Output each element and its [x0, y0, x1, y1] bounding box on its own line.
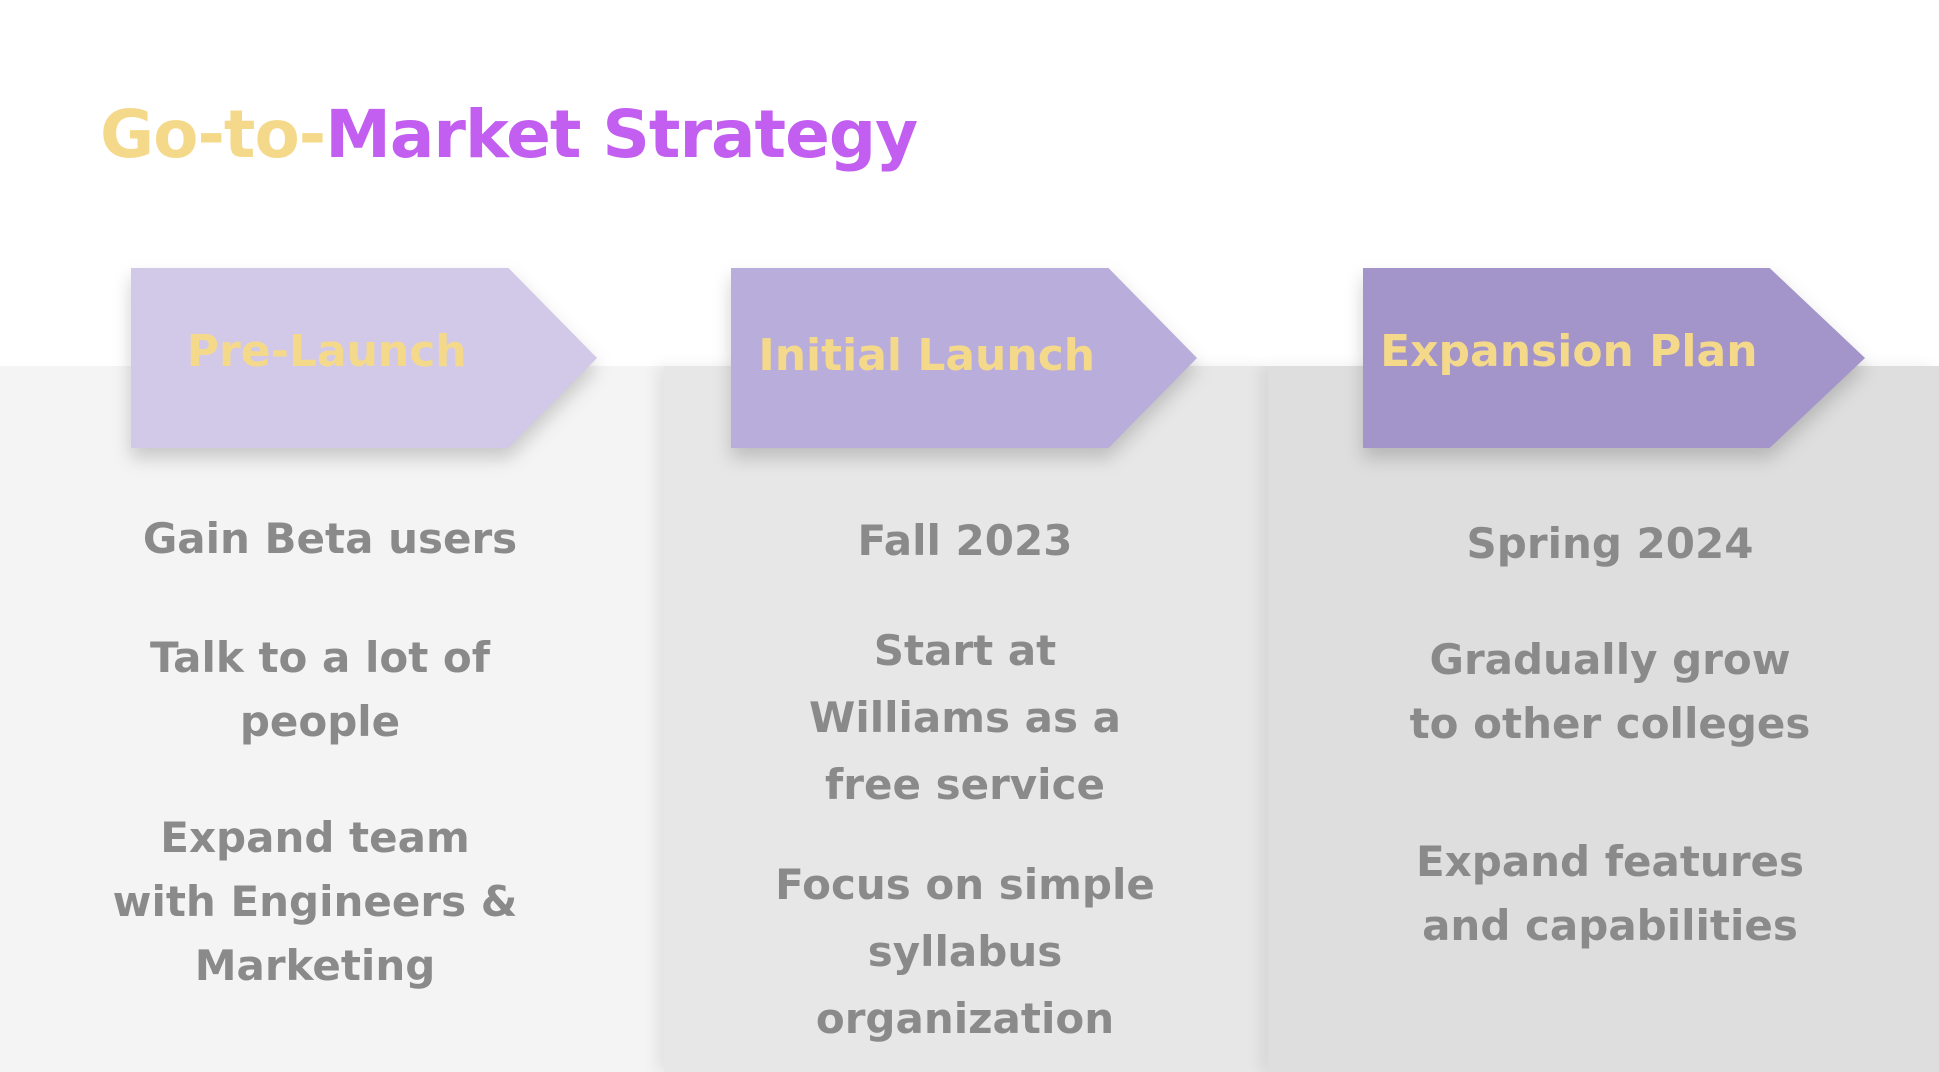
initial-launch-item: Start at Williams as a free service — [809, 626, 1121, 809]
initial-launch-item: Fall 2023 — [857, 516, 1073, 565]
pre-launch-item: Gain Beta users — [142, 514, 518, 563]
slide-title: Go-to-Market Strategy — [100, 102, 918, 168]
phase-heading: Expansion Plan — [1380, 326, 1758, 377]
expansion-plan-item: Gradually grow to other colleges — [1409, 635, 1811, 748]
phase-arrow-pre-launch: Pre-Launch — [131, 268, 597, 448]
title-part-market-strategy: Market Strategy — [325, 96, 918, 173]
title-part-go-to: Go-to- — [100, 96, 326, 173]
expansion-plan-item: Spring 2024 — [1466, 519, 1754, 568]
phase-arrow-expansion-plan: Expansion Plan — [1363, 268, 1865, 448]
pre-launch-item: Talk to a lot of people — [149, 633, 491, 746]
initial-launch-item: Focus on simple syllabus organization — [775, 860, 1155, 1043]
phase-arrow-initial-launch: Initial Launch — [731, 268, 1197, 448]
expansion-plan-item: Expand features and capabilities — [1415, 837, 1805, 950]
phase-heading: Pre-Launch — [186, 326, 467, 377]
pre-launch-item: Expand team with Engineers & Marketing — [112, 813, 518, 990]
phase-heading: Initial Launch — [758, 330, 1096, 381]
slide: Go-to-Market Strategy Pre-Launch Initial… — [0, 0, 1939, 1072]
